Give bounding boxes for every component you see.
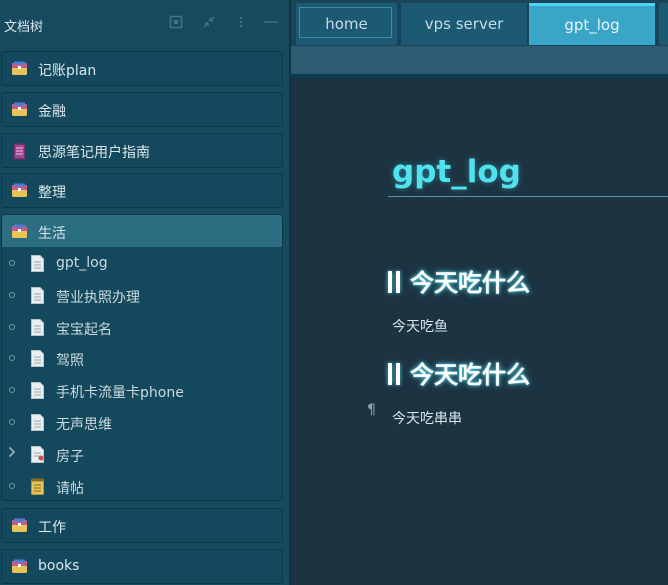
more-icon[interactable]: [238, 15, 244, 34]
bullet-dot-icon: [9, 483, 15, 489]
paragraph-block[interactable]: 今天吃串串: [392, 408, 462, 428]
bullet-dot-icon: [9, 419, 15, 425]
heading-bar-icon: [396, 271, 400, 293]
document-pin-icon: [30, 446, 45, 463]
tab-home[interactable]: home: [296, 3, 397, 45]
doc-item-house[interactable]: 房子: [2, 440, 282, 470]
bullet-dot-icon: [9, 260, 15, 266]
bullet-dot-icon: [9, 324, 15, 330]
breadcrumb-bar: [291, 46, 668, 78]
notebook-shenghuo: 生活 gpt_log 营业执照办理 宝宝起名 驾照 手机卡流量卡phone 无声…: [1, 214, 283, 501]
document-icon: [30, 414, 45, 431]
heading-bar-icon: [388, 271, 392, 293]
notebook-books[interactable]: books: [1, 549, 283, 584]
doc-item-baby-names[interactable]: 宝宝起名: [2, 313, 282, 343]
sidebar-title: 文档树: [4, 20, 44, 35]
doc-item-gpt-log[interactable]: gpt_log: [2, 249, 282, 279]
notepad-icon: [30, 478, 45, 495]
collapse-icon[interactable]: [202, 15, 216, 34]
minimize-icon[interactable]: [263, 15, 279, 34]
folder-box-icon: [11, 183, 28, 198]
book-icon: [11, 143, 28, 160]
notebook-gongzuo[interactable]: 工作: [1, 508, 283, 543]
paragraph-block[interactable]: 今天吃鱼: [392, 316, 448, 336]
doc-item-invitation[interactable]: 请帖: [2, 472, 282, 502]
document-icon: [30, 350, 45, 367]
tab-vps-server[interactable]: vps server: [401, 3, 527, 45]
folder-box-icon: [11, 518, 28, 533]
tab-overflow[interactable]: [659, 3, 668, 45]
heading-block[interactable]: 今天吃什么: [388, 263, 530, 298]
editor-area: home vps server gpt_log gpt_log 今天吃什么 今天…: [291, 0, 668, 585]
notebook-user-guide[interactable]: 思源笔记用户指南: [1, 133, 283, 168]
bullet-dot-icon: [9, 292, 15, 298]
bullet-dot-icon: [9, 387, 15, 393]
heading-bar-icon: [388, 363, 392, 385]
doc-item-business-license[interactable]: 营业执照办理: [2, 281, 282, 311]
document-icon: [30, 255, 45, 272]
document-icon: [30, 287, 45, 304]
document-icon: [30, 382, 45, 399]
bullet-dot-icon: [9, 355, 15, 361]
app-window: 文档树 记账plan 金融 思源笔记用户指南 整理 生活 gpt_log 营业执…: [0, 0, 668, 585]
tab-gpt-log[interactable]: gpt_log: [529, 3, 655, 45]
notebook-zhengli[interactable]: 整理: [1, 173, 283, 208]
notebook-jinrong[interactable]: 金融: [1, 92, 283, 127]
heading-bar-icon: [396, 363, 400, 385]
doc-tree-sidebar: 文档树 记账plan 金融 思源笔记用户指南 整理 生活 gpt_log 营业执…: [0, 0, 291, 585]
folder-box-icon: [11, 559, 28, 574]
doc-item-phone-card[interactable]: 手机卡流量卡phone: [2, 376, 282, 406]
title-divider: [388, 196, 668, 197]
doc-item-drivers-license[interactable]: 驾照: [2, 344, 282, 374]
focus-icon[interactable]: [169, 15, 183, 34]
page-title[interactable]: gpt_log: [392, 154, 521, 190]
document-icon: [30, 319, 45, 336]
chevron-right-icon[interactable]: [8, 446, 16, 462]
heading-block[interactable]: 今天吃什么: [388, 355, 530, 390]
sidebar-header: 文档树: [0, 0, 289, 48]
notebook-jizhang-plan[interactable]: 记账plan: [1, 51, 283, 86]
doc-item-silent-thinking[interactable]: 无声思维: [2, 408, 282, 438]
folder-box-icon: [11, 61, 28, 76]
document-editor[interactable]: gpt_log 今天吃什么 今天吃鱼 今天吃什么 ¶ 今天吃串串: [291, 78, 668, 585]
notebook-shenghuo-header[interactable]: 生活: [2, 215, 282, 247]
tab-bar: home vps server gpt_log: [291, 0, 668, 46]
pilcrow-icon[interactable]: ¶: [367, 402, 376, 418]
folder-box-icon: [11, 224, 28, 239]
folder-box-icon: [11, 102, 28, 117]
